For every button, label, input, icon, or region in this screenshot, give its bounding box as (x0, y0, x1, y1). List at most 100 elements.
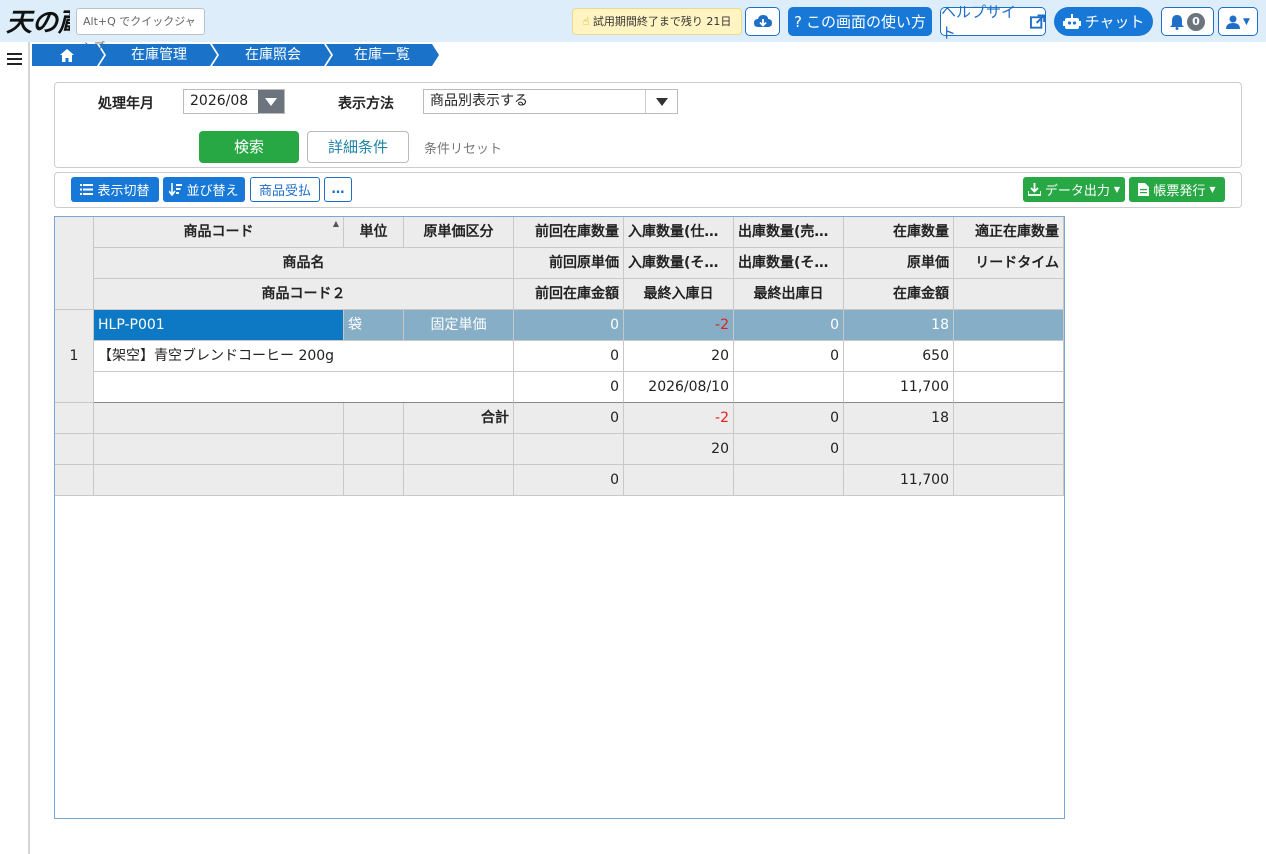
data-export-button[interactable]: データ出力 ▼ (1023, 177, 1125, 202)
pointer-icon: ☝ (582, 15, 590, 28)
notifications-button[interactable]: 0 (1161, 7, 1214, 36)
total-row-header (55, 465, 94, 496)
bell-icon (1170, 14, 1184, 30)
total-last-out-date (734, 465, 844, 496)
period-select[interactable]: 2026/08 (183, 89, 285, 114)
download-button[interactable] (745, 7, 780, 36)
chevron-down-icon: ▼ (1243, 16, 1250, 27)
usage-guide-button[interactable]: ? この画面の使い方 (788, 7, 932, 36)
cell-prev-qty[interactable]: 0 (514, 310, 624, 341)
robot-icon (1062, 13, 1081, 29)
cell-out-qty-sales[interactable]: 0 (734, 310, 844, 341)
cell-unit-cost[interactable]: 650 (844, 341, 954, 372)
total-unit-cost (844, 434, 954, 465)
period-label: 処理年月 (98, 96, 154, 112)
caret-down-icon: ▼ (1209, 185, 1216, 194)
display-method-label: 表示方法 (338, 96, 394, 112)
total-prev-amount: 0 (514, 465, 624, 496)
col-header-lead-time[interactable]: リードタイム (954, 248, 1064, 279)
home-icon (60, 49, 74, 62)
cell-proper-qty[interactable] (954, 310, 1064, 341)
display-method-select[interactable]: 商品別表示する (423, 89, 678, 114)
col-header-prev-unit-cost[interactable]: 前回原単価 (514, 248, 624, 279)
toggle-view-button[interactable]: 表示切替 (71, 177, 159, 202)
total-cell (344, 434, 404, 465)
col-header-product-code2[interactable]: 商品コード２ (94, 279, 514, 310)
cell-stock-qty[interactable]: 18 (844, 310, 954, 341)
menu-icon[interactable] (7, 53, 22, 65)
col-header-last-out-date[interactable]: 最終出庫日 (734, 279, 844, 310)
col-header-out-qty-sales[interactable]: 出庫数量(売… (734, 217, 844, 248)
col-header-prev-qty[interactable]: 前回在庫数量 (514, 217, 624, 248)
inventory-grid: 商品コード ▲ 単位 原単価区分 前回在庫数量 入庫数量(仕… 出庫数量(売… … (54, 216, 1065, 819)
col-header-unit-cost[interactable]: 原単価 (844, 248, 954, 279)
total-label: 合計 (404, 403, 514, 434)
cell-blank[interactable] (954, 372, 1064, 403)
breadcrumb-item-inventory[interactable]: 在庫管理 (106, 44, 212, 66)
sort-asc-icon: ▲ (332, 219, 339, 228)
chat-button[interactable]: チャット (1054, 7, 1153, 36)
list-icon (80, 184, 94, 195)
sort-icon (169, 183, 183, 196)
breadcrumb-item-inquiry[interactable]: 在庫照会 (220, 44, 326, 66)
download-icon (753, 14, 772, 27)
cell-lead-time[interactable] (954, 341, 1064, 372)
cell-in-qty-other[interactable]: 20 (624, 341, 734, 372)
col-header-unit[interactable]: 単位 (344, 217, 404, 248)
total-in-qty-other: 20 (624, 434, 734, 465)
col-header-out-qty-other[interactable]: 出庫数量(そ… (734, 248, 844, 279)
question-icon: ? (794, 12, 802, 31)
cell-product-code2[interactable] (94, 372, 514, 403)
total-cell (94, 465, 344, 496)
col-header-last-in-date[interactable]: 最終入庫日 (624, 279, 734, 310)
cell-out-qty-other[interactable]: 0 (734, 341, 844, 372)
col-header-stock-amount[interactable]: 在庫金額 (844, 279, 954, 310)
total-in-qty-purchase: -2 (624, 403, 734, 434)
cell-in-qty-purchase[interactable]: -2 (624, 310, 734, 341)
cell-prev-amount[interactable]: 0 (514, 372, 624, 403)
cell-last-out-date[interactable] (734, 372, 844, 403)
caret-down-icon: ▼ (1113, 185, 1121, 194)
col-header-cost-type[interactable]: 原単価区分 (404, 217, 514, 248)
cell-unit[interactable]: 袋 (344, 310, 404, 341)
cell-cost-type[interactable]: 固定単価 (404, 310, 514, 341)
total-cell (404, 465, 514, 496)
row-number[interactable]: 1 (55, 310, 94, 403)
detail-conditions-button[interactable]: 詳細条件 (307, 131, 409, 163)
cell-last-in-date[interactable]: 2026/08/10 (624, 372, 734, 403)
document-icon (1138, 183, 1150, 196)
cell-product-name[interactable]: 【架空】青空ブレンドコーヒー 200g (94, 341, 514, 372)
search-button[interactable]: 検索 (199, 131, 299, 163)
col-header-proper-qty[interactable]: 適正在庫数量 (954, 217, 1064, 248)
app-logo[interactable]: 天の蔵 (6, 4, 89, 38)
cell-stock-amount[interactable]: 11,700 (844, 372, 954, 403)
cell-product-code[interactable]: HLP-P001 (94, 310, 344, 341)
total-out-qty-sales: 0 (734, 403, 844, 434)
col-header-product-name[interactable]: 商品名 (94, 248, 514, 279)
reset-conditions-link[interactable]: 条件リセット (424, 138, 502, 157)
user-menu-button[interactable]: ▼ (1218, 7, 1258, 36)
download-icon (1027, 183, 1041, 196)
svg-text:天の蔵: 天の蔵 (6, 8, 70, 38)
report-issue-button[interactable]: 帳票発行 ▼ (1129, 177, 1225, 202)
col-header-in-qty-other[interactable]: 入庫数量(そ… (624, 248, 734, 279)
total-cell (954, 434, 1064, 465)
trial-notice[interactable]: ☝ 試用期間終了まで残り 21日 (572, 8, 742, 35)
total-out-qty-other: 0 (734, 434, 844, 465)
total-last-in-date (624, 465, 734, 496)
total-cell (94, 434, 344, 465)
breadcrumb-home[interactable] (32, 44, 102, 66)
col-header-in-qty-purchase[interactable]: 入庫数量(仕… (624, 217, 734, 248)
col-header-product-code[interactable]: 商品コード ▲ (94, 217, 344, 248)
total-cell (954, 465, 1064, 496)
help-site-button[interactable]: ヘルプサイト (940, 3, 1046, 42)
external-link-icon (1029, 13, 1045, 29)
product-receipts-button[interactable]: 商品受払 (250, 177, 320, 202)
col-header-stock-qty[interactable]: 在庫数量 (844, 217, 954, 248)
cell-prev-unit-cost[interactable]: 0 (514, 341, 624, 372)
more-options-button[interactable]: … (324, 177, 352, 202)
col-header-prev-amount[interactable]: 前回在庫金額 (514, 279, 624, 310)
sort-button[interactable]: 並び替え (163, 177, 245, 202)
quick-jump-input[interactable]: Alt+Q でクイックジャンプ (76, 8, 205, 53)
top-bar: 天の蔵 Alt+Q でクイックジャンプ ☝ 試用期間終了まで残り 21日 ? こ… (0, 0, 1266, 53)
